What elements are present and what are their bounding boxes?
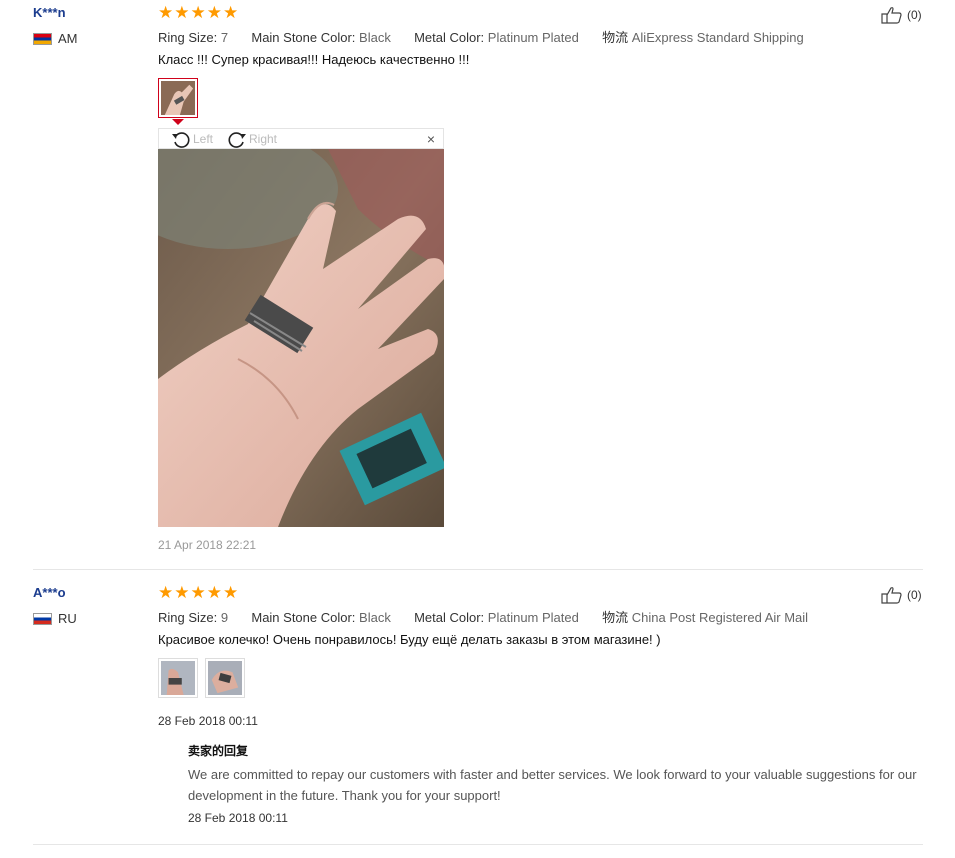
attr-key: Ring Size:: [158, 30, 218, 45]
reviewer-name[interactable]: A***o: [33, 585, 66, 600]
helpful-count: (0): [907, 8, 922, 22]
star-icon: ★: [223, 583, 239, 602]
rotate-left-icon: [172, 132, 190, 148]
attr-key: 物流: [602, 610, 629, 625]
star-icon: ★: [158, 3, 174, 22]
star-icon: ★: [174, 3, 190, 22]
star-icon: ★: [174, 583, 190, 602]
attr-value: AliExpress Standard Shipping: [631, 30, 804, 45]
attr-value: Platinum Plated: [487, 610, 579, 625]
star-rating: ★ ★ ★ ★ ★: [158, 584, 238, 601]
rotate-left-button[interactable]: Left: [171, 130, 213, 148]
attr-value: 7: [220, 30, 229, 45]
attr-key: Main Stone Color:: [251, 610, 356, 625]
attr-key: Metal Color:: [414, 30, 485, 45]
attr-value: Platinum Plated: [487, 30, 579, 45]
review-photo-thumbnail[interactable]: [158, 658, 198, 698]
star-icon: ★: [190, 3, 206, 22]
seller-reply-date: 28 Feb 2018 00:11: [188, 811, 288, 825]
photo-viewer: Left Right ×: [158, 128, 444, 527]
helpful-button[interactable]: (0): [881, 586, 922, 604]
country-code: AM: [58, 31, 78, 46]
star-icon: ★: [190, 583, 206, 602]
helpful-button[interactable]: (0): [881, 6, 922, 24]
country-code: RU: [58, 611, 77, 626]
reviewer-country: AM: [33, 31, 78, 46]
star-icon: ★: [223, 3, 239, 22]
attr-value: Black: [359, 30, 391, 45]
rotate-right-label: Right: [249, 132, 278, 146]
review-text: Класс !!! Супер красивая!!! Надеюсь каче…: [158, 52, 470, 67]
seller-reply-title: 卖家的回复: [188, 744, 249, 758]
review-item: K***n AM ★ ★ ★ ★ ★ (0) Ring Size: 7 Main…: [0, 0, 955, 570]
thumbnail-pointer: [172, 119, 184, 125]
reviewer-country: RU: [33, 611, 77, 626]
attr-key: Ring Size:: [158, 610, 218, 625]
review-photo-thumbnail[interactable]: [158, 78, 198, 118]
country-flag-icon: [33, 612, 52, 625]
star-icon: ★: [206, 583, 222, 602]
review-text: Красивое колечко! Очень понравилось! Буд…: [158, 632, 661, 647]
review-photo-thumbnail[interactable]: [205, 658, 245, 698]
close-icon[interactable]: ×: [427, 131, 435, 147]
rotate-right-button[interactable]: Right: [227, 130, 277, 148]
review-photo: [158, 149, 444, 527]
photo-thumbnail-image: [161, 661, 195, 695]
order-attributes: Ring Size: 7 Main Stone Color: Black Met…: [158, 27, 804, 46]
rotate-left-label: Left: [193, 132, 214, 146]
photo-viewer-toolbar: Left Right ×: [158, 128, 444, 149]
seller-reply-text: We are committed to repay our customers …: [188, 767, 917, 803]
star-rating: ★ ★ ★ ★ ★: [158, 4, 238, 21]
attr-key: Main Stone Color:: [251, 30, 356, 45]
photo-thumbnail-image: [161, 81, 195, 115]
thumbs-up-icon: [881, 7, 902, 24]
attr-key: Metal Color:: [414, 610, 485, 625]
review-date: 28 Feb 2018 00:11: [158, 714, 258, 728]
rotate-right-icon: [228, 132, 246, 148]
star-icon: ★: [206, 3, 222, 22]
helpful-count: (0): [907, 588, 922, 602]
country-flag-icon: [33, 32, 52, 45]
review-divider: [33, 844, 923, 845]
review-date: 21 Apr 2018 22:21: [158, 538, 257, 552]
reviewer-name[interactable]: K***n: [33, 5, 66, 20]
attr-value: China Post Registered Air Mail: [631, 610, 809, 625]
review-photo-image: [158, 149, 444, 527]
order-attributes: Ring Size: 9 Main Stone Color: Black Met…: [158, 607, 808, 626]
attr-value: Black: [359, 610, 391, 625]
attr-value: 9: [220, 610, 229, 625]
star-icon: ★: [158, 583, 174, 602]
review-item: A***o RU ★ ★ ★ ★ ★ (0) Ring Size: 9 Main…: [0, 570, 955, 846]
thumbs-up-icon: [881, 587, 902, 604]
photo-thumbnail-image: [208, 661, 242, 695]
attr-key: 物流: [602, 30, 629, 45]
